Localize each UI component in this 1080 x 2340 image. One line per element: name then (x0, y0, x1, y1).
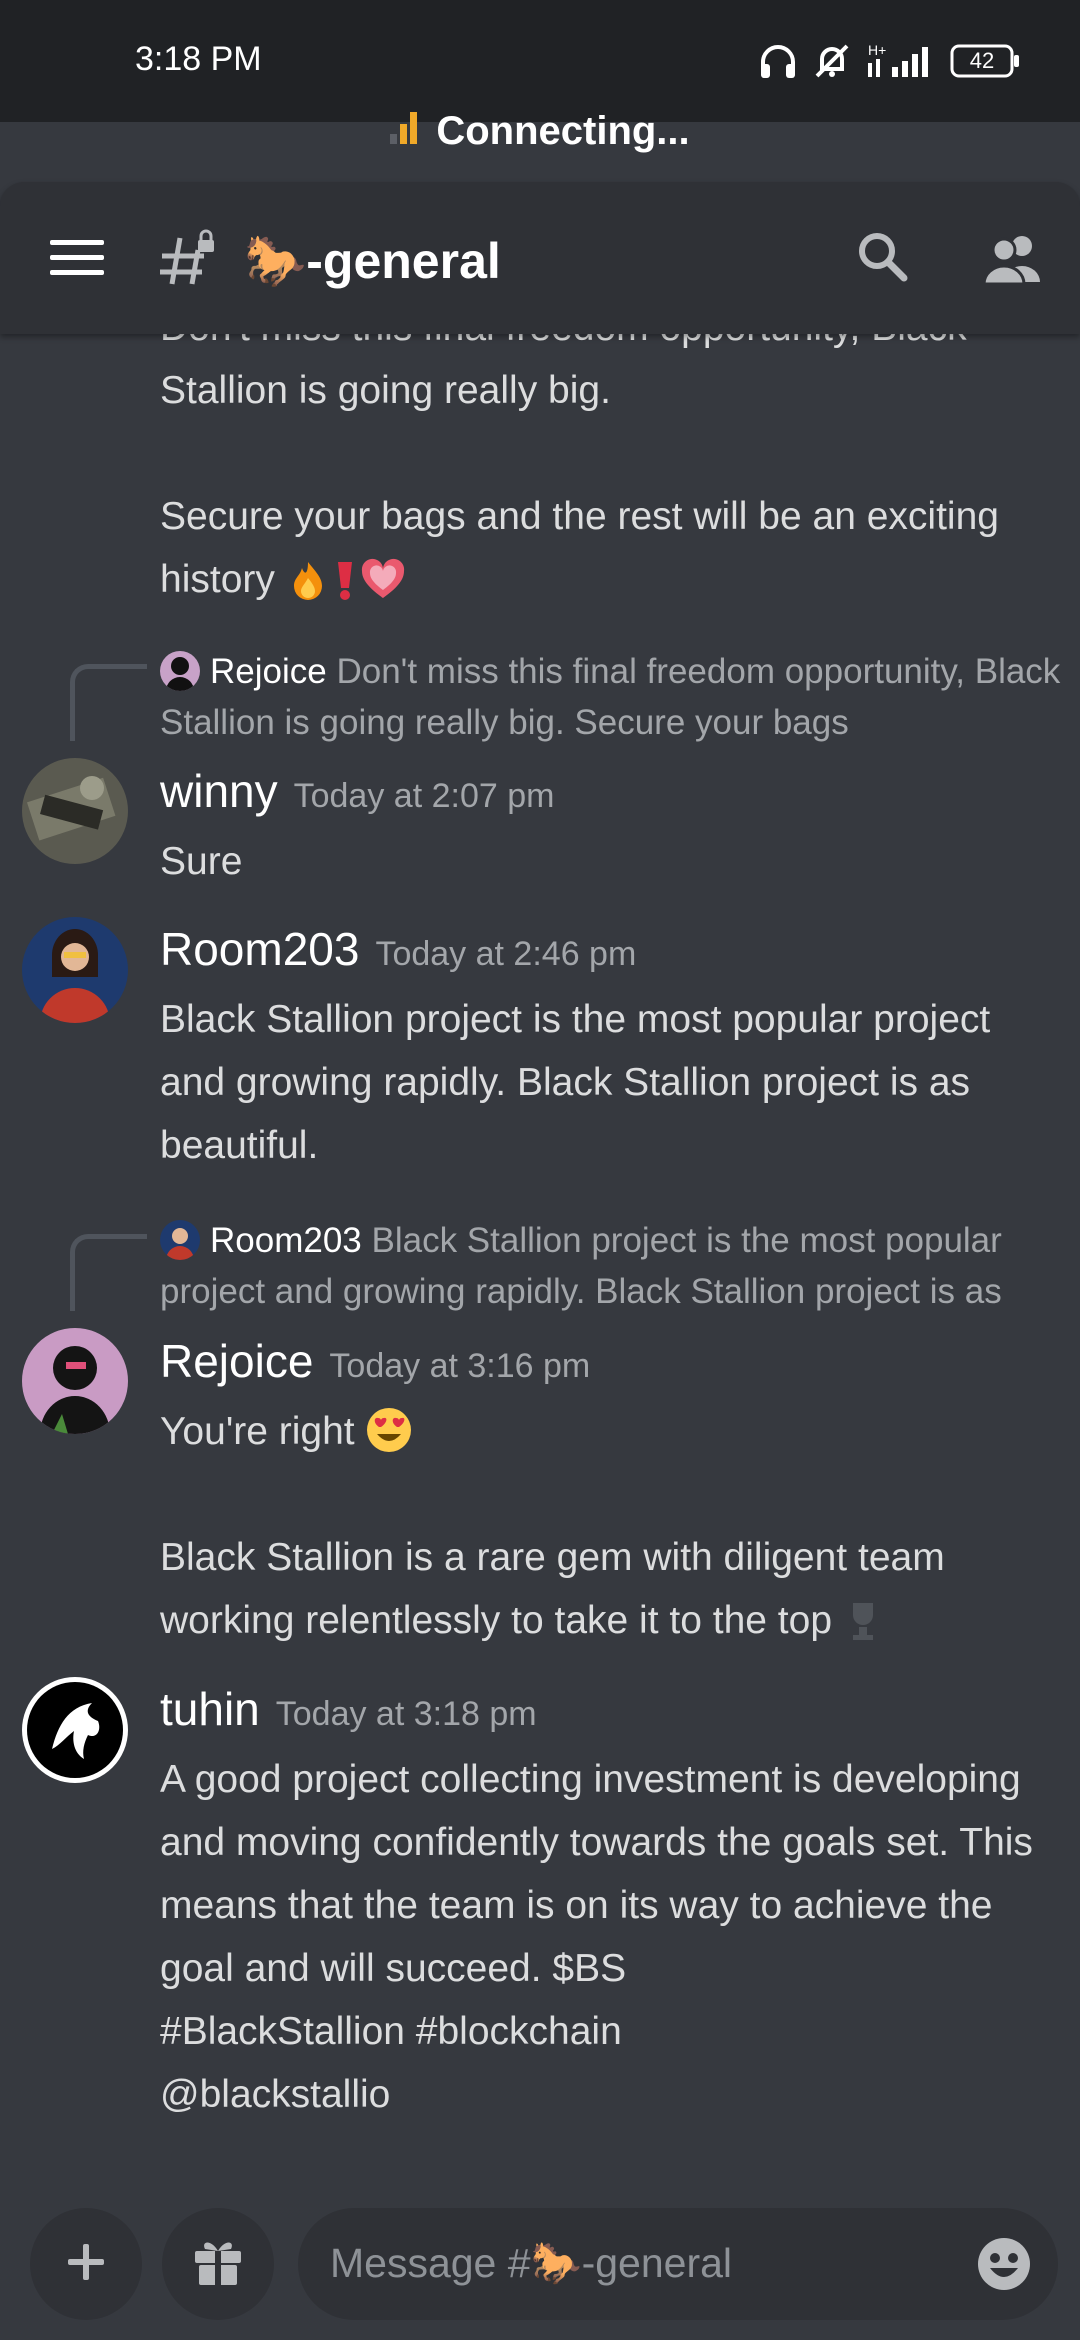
message-text: Black Stallion project is the most popul… (160, 998, 991, 1167)
timestamp: Today at 3:16 pm (329, 1347, 591, 1385)
message-text-line: You're right (160, 1410, 355, 1453)
avatar (160, 1220, 200, 1260)
timestamp: Today at 2:07 pm (293, 777, 555, 815)
signal-icon: H+ (866, 41, 936, 81)
connection-banner: Connecting... (0, 106, 1080, 156)
message-text: history (160, 548, 1060, 621)
reply-connector (70, 664, 147, 741)
timestamp: Today at 3:18 pm (275, 1695, 537, 1733)
reply-preview[interactable]: Room203 Black Stallion project is the mo… (160, 1215, 1070, 1317)
menu-icon[interactable] (50, 238, 104, 283)
search-icon[interactable] (856, 230, 908, 287)
channel-header: 🐎-general (0, 182, 1080, 334)
bell-off-icon (812, 41, 852, 81)
message-author: tuhin Today at 3:18 pm (160, 1682, 537, 1736)
message-text: Secure your bags and the rest will be an… (160, 485, 1060, 548)
reply-preview[interactable]: Rejoice Don't miss this final freedom op… (160, 646, 1070, 748)
composer-bar: Message #🐎-general (0, 2194, 1080, 2340)
reply-author: Room203 (210, 1221, 362, 1260)
network-type: H+ (868, 42, 886, 58)
message-author: winny Today at 2:07 pm (160, 764, 554, 818)
username[interactable]: Rejoice (160, 1335, 313, 1387)
message-text-line: history (160, 558, 275, 601)
connection-status: Connecting... (436, 108, 690, 153)
message-text: Stallion is going really big. (160, 369, 611, 412)
headphones-icon (758, 42, 798, 80)
status-icons: H+ 42 (758, 40, 1020, 82)
channel-title: 🐎-general (244, 233, 501, 289)
status-time: 3:18 PM (135, 40, 262, 78)
locked-hash-icon (158, 228, 218, 293)
fire-emoji-icon (286, 558, 330, 621)
reply-author: Rejoice (210, 652, 327, 691)
heart-emoji-icon (360, 558, 406, 621)
emoji-icon[interactable] (976, 2236, 1032, 2297)
battery-icon: 42 (950, 44, 1020, 78)
message-text: You're right (160, 1400, 1060, 1473)
message-text: Black Stallion is a rare gem with dilige… (160, 1526, 1060, 1662)
timestamp: Today at 2:46 pm (375, 935, 637, 973)
gift-button[interactable] (162, 2208, 274, 2320)
avatar[interactable] (22, 917, 128, 1023)
status-bar: 3:18 PM H+ 42 Connecting... (0, 0, 1080, 153)
connection-signal-icon (390, 106, 420, 156)
gift-icon (191, 2235, 245, 2294)
message-text-line: Secure your bags and the rest will be an… (160, 495, 999, 538)
mention-text[interactable]: @blackstallio (160, 2063, 1060, 2126)
username[interactable]: winny (160, 765, 278, 817)
heart-eyes-emoji-icon (365, 1406, 413, 1473)
avatar[interactable] (22, 758, 128, 864)
plus-button[interactable] (30, 2208, 142, 2320)
message-input-placeholder: Message #🐎-general (330, 2240, 733, 2286)
plus-icon (66, 2242, 106, 2287)
username[interactable]: tuhin (160, 1683, 260, 1735)
message-list[interactable]: Don't miss this final freedom opportunit… (0, 334, 1080, 2194)
message-text: Sure (160, 840, 243, 883)
avatar[interactable] (22, 1677, 128, 1783)
avatar[interactable] (22, 1328, 128, 1434)
message-text: A good project collecting investment is … (160, 1758, 1033, 1990)
message-text-line: Black Stallion is a rare gem with dilige… (160, 1536, 945, 1642)
exclamation-emoji-icon (330, 558, 360, 621)
trophy-emoji-icon (843, 1599, 883, 1662)
message-author: Rejoice Today at 3:16 pm (160, 1334, 590, 1388)
battery-level: 42 (969, 48, 995, 73)
message-author: Room203 Today at 2:46 pm (160, 922, 636, 976)
message-text: Don't miss this final freedom opportunit… (160, 334, 1060, 359)
reply-connector (70, 1234, 147, 1311)
avatar (160, 651, 200, 691)
members-icon[interactable] (982, 232, 1044, 289)
username[interactable]: Room203 (160, 923, 359, 975)
hashtags-text[interactable]: #BlackStallion #blockchain (160, 2000, 1060, 2063)
message-input[interactable]: Message #🐎-general (298, 2208, 1058, 2320)
